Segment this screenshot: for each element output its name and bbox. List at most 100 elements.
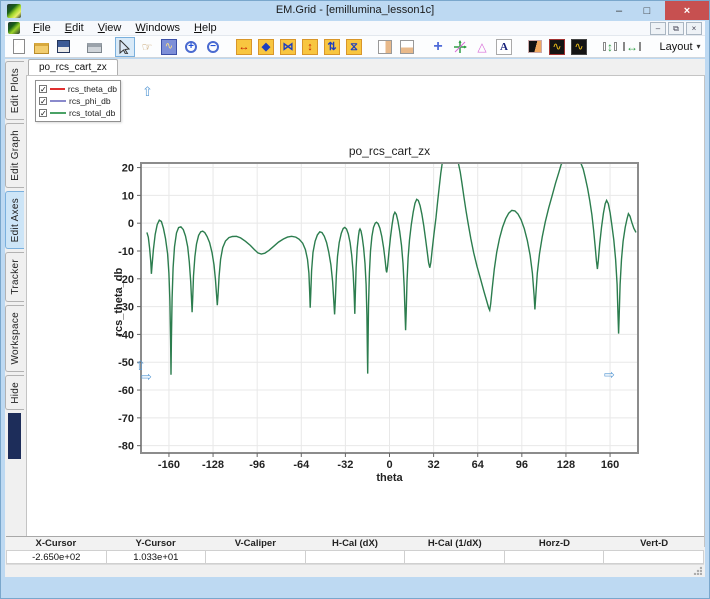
zoom-region-button[interactable]: ∿ [159, 37, 179, 57]
fit-height-button[interactable]: ↕ [600, 37, 620, 57]
close-icon: × [684, 5, 690, 17]
status-value-x-cursor: -2.650e+02 [6, 550, 107, 564]
cursor-status-table: X-CursorY-CursorV-CaliperH-Cal (dX)H-Cal… [6, 536, 704, 563]
legend-checkbox[interactable]: ✓ [39, 97, 47, 105]
status-value-horz-d [505, 550, 605, 564]
triangle-tool-button[interactable]: △ [472, 37, 492, 57]
text-tool-button[interactable]: A [494, 37, 514, 57]
mdi-close-button[interactable]: × [686, 22, 702, 35]
y-cursor-handle[interactable]: ⇧ [142, 86, 153, 98]
pan-tool-button[interactable]: ☞ [137, 37, 157, 57]
sidebar-tab-workspace[interactable]: Workspace [5, 305, 24, 372]
status-bar [6, 564, 704, 577]
plot-area[interactable]: -160-128-96-64-32032649612816020100-10-2… [108, 154, 645, 476]
open-file-button[interactable] [31, 37, 51, 57]
sidebar-tab-hide[interactable]: Hide [5, 375, 24, 411]
zoom-in-button[interactable]: + [181, 37, 201, 57]
x-tick-label: -96 [249, 459, 265, 471]
curve-dark-icon: ∿ [571, 39, 587, 55]
x-tick-label: 32 [427, 459, 439, 471]
column-split-icon [378, 40, 392, 54]
x-right-cursor-handle[interactable]: ⇨ [604, 369, 615, 381]
shrink-x-button[interactable]: ◆ [256, 37, 276, 57]
close-button[interactable]: × [665, 1, 709, 20]
menu-item-windows[interactable]: Windows [128, 21, 187, 36]
fit-horizontal-icon: ↔ [624, 39, 640, 55]
center-y-button[interactable]: ⧖ [344, 37, 364, 57]
expand-y-icon: ↕ [302, 39, 318, 55]
split-vertical-button[interactable] [375, 37, 395, 57]
dark-curve-button[interactable]: ∿ [547, 37, 567, 57]
legend-item-rcs_phi_db: ✓rcs_phi_db [39, 95, 117, 107]
y-tick-label: -50 [118, 357, 134, 369]
sidebar-tab-edit-graph[interactable]: Edit Graph [5, 123, 24, 188]
menu-item-file[interactable]: File [26, 21, 58, 36]
save-button[interactable] [53, 37, 73, 57]
x-left-cursor-arrow[interactable]: ⇨ [141, 371, 152, 383]
crosshair-button[interactable]: + [428, 37, 448, 57]
gaussian-curve-button[interactable]: ∿ [569, 37, 589, 57]
x-tick-label: 128 [557, 459, 575, 471]
menu-bar: FileEditViewWindowsHelp –⧉× [5, 21, 705, 36]
window-title: EM.Grid - [emillumina_lesson1c] [1, 4, 709, 16]
x-tick-label: 0 [386, 459, 392, 471]
menu-item-edit[interactable]: Edit [58, 21, 91, 36]
center-x-button[interactable]: ⋈ [278, 37, 298, 57]
center-x-icon: ⋈ [280, 39, 296, 55]
resize-grip-icon[interactable] [693, 566, 702, 575]
menu-item-help[interactable]: Help [187, 21, 224, 36]
status-column-h-cal-dx-: H-Cal (dX) [305, 537, 405, 550]
text-icon: A [496, 39, 512, 55]
minimize-button[interactable]: – [605, 1, 633, 20]
sidebar-tab-label: Hide [10, 382, 21, 404]
document-tab[interactable]: po_rcs_cart_zx [28, 59, 118, 75]
x-tick-label: 64 [472, 459, 485, 471]
status-column-x-cursor: X-Cursor [6, 537, 106, 550]
document-tab-bar: po_rcs_cart_zx [26, 59, 705, 75]
sidebar-tab-edit-plots[interactable]: Edit Plots [5, 61, 24, 120]
sidebar-tab-tracker[interactable]: Tracker [5, 252, 24, 302]
shrink-y-button[interactable]: ⇅ [322, 37, 342, 57]
sidebar-tab-label: Edit Graph [10, 130, 21, 181]
title-bar[interactable]: EM.Grid - [emillumina_lesson1c] – □ × [1, 1, 709, 21]
fit-vertical-icon: ↕ [602, 39, 618, 55]
x-tick-label: -64 [293, 459, 310, 471]
y-tick-label: 10 [122, 190, 134, 202]
chevron-down-icon: ▾ [697, 42, 701, 51]
y-tick-label: 20 [122, 163, 134, 175]
legend-item-rcs_total_db: ✓rcs_total_db [39, 107, 117, 119]
zoom-in-icon: + [185, 41, 197, 53]
image-overlay-icon [528, 40, 542, 53]
legend-checkbox[interactable]: ✓ [39, 85, 47, 93]
y-tick-label: -10 [118, 246, 134, 258]
save-icon [57, 40, 70, 53]
image-tool-button[interactable] [525, 37, 545, 57]
layout-label: Layout [659, 41, 692, 53]
fit-width-button[interactable]: ↔ [622, 37, 642, 57]
zoom-out-button[interactable]: − [203, 37, 223, 57]
expand-x-button[interactable]: ↔ [234, 37, 254, 57]
document-tab-label: po_rcs_cart_zx [39, 62, 107, 73]
triangle-icon: △ [474, 39, 490, 55]
minimize-icon: – [616, 5, 622, 17]
print-button[interactable] [84, 37, 104, 57]
status-value-vert-d [604, 550, 704, 564]
mdi-minimize-button[interactable]: – [650, 22, 666, 35]
sidebar-tab-label: Workspace [10, 312, 21, 365]
x-tick-label: 160 [601, 459, 619, 471]
mdi-restore-button[interactable]: ⧉ [668, 22, 684, 35]
x-tick-label: 96 [516, 459, 528, 471]
new-file-button[interactable] [9, 37, 29, 57]
layout-menu-button[interactable]: Layout ▾ [653, 37, 703, 57]
collapsed-panel-bar[interactable] [8, 413, 21, 459]
curve-red-icon: ∿ [549, 39, 565, 55]
legend-checkbox[interactable]: ✓ [39, 109, 47, 117]
sidebar-tab-edit-axes[interactable]: Edit Axes [5, 191, 24, 249]
pointer-tool-button[interactable] [115, 37, 135, 57]
maximize-button[interactable]: □ [633, 1, 661, 20]
expand-y-button[interactable]: ↕ [300, 37, 320, 57]
axes-tool-button[interactable] [450, 37, 470, 57]
split-horizontal-button[interactable] [397, 37, 417, 57]
menu-item-view[interactable]: View [91, 21, 129, 36]
side-tab-strip: Edit Plots Edit Graph Edit Axes Tracker Work… [5, 61, 25, 459]
